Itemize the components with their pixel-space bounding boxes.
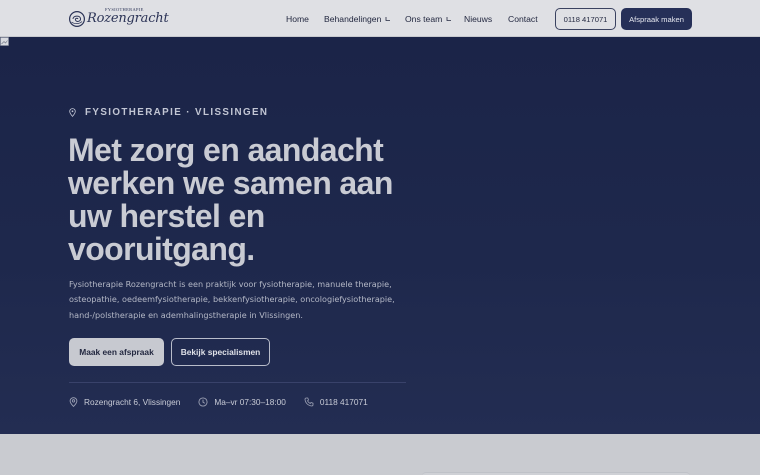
hero-section: FYSIOTHERAPIE · VLISSINGEN Met zorg en a… — [0, 37, 760, 434]
hero-headline: Met zorg en aandacht werken we samen aan… — [68, 132, 393, 267]
location-pin-icon — [69, 108, 76, 117]
nav-contact-label: Contact — [508, 13, 538, 24]
location-pin-icon — [69, 397, 78, 407]
logo[interactable]: FYSIOTHERAPIE Rozengracht — [68, 6, 169, 31]
nav-home-label: Home — [286, 13, 309, 24]
phone-info[interactable]: 0118 417071 — [304, 397, 368, 407]
nav-ons-team-label: Ons team — [405, 13, 443, 24]
logo-wordmark: FYSIOTHERAPIE Rozengracht — [87, 6, 169, 31]
contact-info-row: Rozengracht 6, Vlissingen Ma–vr 07:30–18… — [69, 395, 368, 409]
next-section — [0, 434, 760, 475]
hero-eyebrow: FYSIOTHERAPIE · VLISSINGEN — [69, 107, 268, 118]
address-text: Rozengracht 6, Vlissingen — [84, 397, 181, 407]
view-specialisms-button[interactable]: Bekijk specialismen — [171, 338, 270, 366]
nav-contact[interactable]: Contact — [508, 0, 538, 37]
hours-text: Ma–vr 07:30–18:00 — [214, 397, 286, 407]
phone-icon — [304, 397, 314, 407]
nav-nieuws[interactable]: Nieuws — [464, 0, 492, 37]
make-appointment-button[interactable]: Maak een afspraak — [69, 338, 164, 366]
phone-text: 0118 417071 — [319, 397, 368, 407]
nav-behandelingen-label: Behandelingen — [324, 13, 382, 24]
broken-image-icon — [0, 37, 9, 46]
nav-nieuws-label: Nieuws — [464, 13, 493, 24]
nav-ons-team[interactable]: Ons team — [405, 0, 452, 37]
address-info[interactable]: Rozengracht 6, Vlissingen — [69, 397, 180, 407]
appointment-button[interactable]: Afspraak maken — [621, 8, 692, 30]
chevron-down-icon — [385, 16, 391, 21]
logo-name: Rozengracht — [87, 11, 169, 26]
hero-intro: Fysiotherapie Rozengracht is een praktij… — [69, 279, 395, 320]
phone-button[interactable]: 0118 417071 — [555, 8, 616, 30]
site-header: FYSIOTHERAPIE Rozengracht Home Behandeli… — [0, 0, 760, 37]
clock-icon — [198, 397, 208, 407]
hours-info: Ma–vr 07:30–18:00 — [198, 397, 286, 407]
nav-behandelingen[interactable]: Behandelingen — [324, 0, 391, 37]
rose-logo-icon — [68, 10, 86, 27]
chevron-down-icon — [446, 16, 452, 21]
nav-home[interactable]: Home — [286, 0, 309, 37]
hero-eyebrow-text: FYSIOTHERAPIE · VLISSINGEN — [85, 107, 269, 118]
hero-divider — [69, 382, 406, 383]
